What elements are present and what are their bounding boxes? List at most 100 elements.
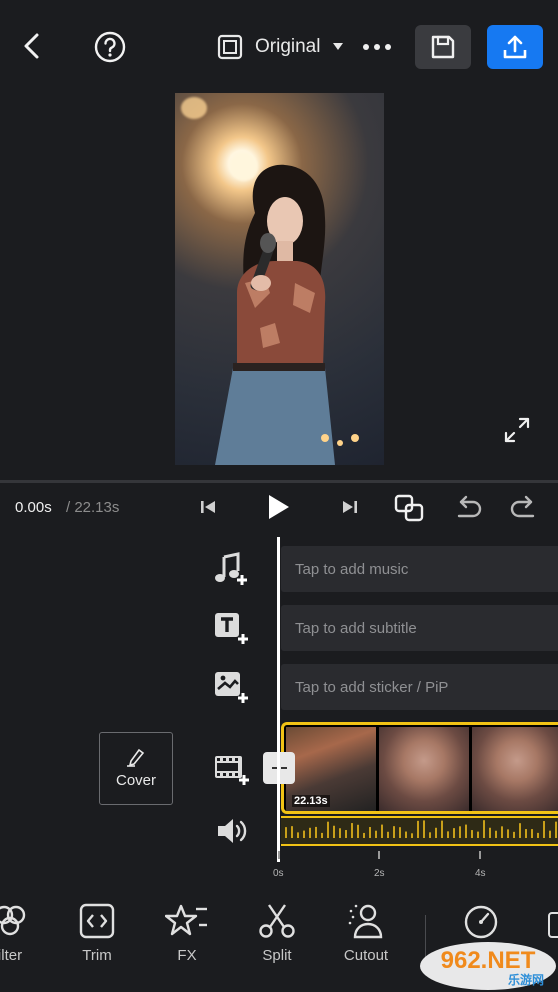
video-clip[interactable]: 22.13s [281, 722, 558, 814]
waveform-bar [339, 828, 341, 838]
aspect-ratio-selector[interactable]: Original [217, 34, 344, 60]
duplicate-button[interactable] [392, 492, 426, 524]
clip-thumbnail [472, 727, 558, 811]
waveform-bar [387, 831, 389, 838]
waveform-bar [345, 830, 347, 838]
save-draft-button[interactable] [415, 25, 471, 69]
sticker-track-placeholder: Tap to add sticker / PiP [295, 678, 449, 696]
expand-icon [504, 417, 530, 443]
waveform-bar [555, 821, 557, 838]
audio-waveform-track[interactable] [281, 816, 558, 846]
waveform-bar [405, 831, 407, 838]
upload-icon [503, 35, 527, 59]
redo-button[interactable] [508, 493, 540, 523]
waveform-bar [351, 823, 353, 838]
speaker-icon [218, 819, 247, 843]
waveform-bar [375, 830, 377, 838]
skip-previous-icon [201, 501, 215, 513]
waveform-bar [465, 824, 467, 838]
waveform-bar [399, 827, 401, 838]
tool-label: Split [262, 947, 292, 964]
waveform-bar [519, 823, 521, 838]
skip-previous-button[interactable] [196, 495, 220, 519]
tool-trim[interactable]: Trim [62, 903, 132, 964]
tool-next-partial[interactable] [548, 912, 558, 938]
help-button[interactable] [92, 29, 128, 65]
waveform-bar [297, 832, 299, 838]
aspect-frame-icon [217, 34, 243, 60]
speed-gauge-icon [464, 905, 498, 939]
ruler-label: 2s [374, 868, 385, 879]
text-add-icon [215, 613, 248, 644]
tool-label: Trim [82, 947, 112, 964]
mute-audio-button[interactable] [214, 814, 250, 848]
subtitle-track[interactable]: Tap to add subtitle [281, 605, 558, 651]
fullscreen-button[interactable] [501, 414, 533, 446]
sticker-track[interactable]: Tap to add sticker / PiP [281, 664, 558, 710]
waveform-bar [537, 832, 539, 838]
ruler-tick [479, 851, 481, 859]
waveform-bar [411, 833, 413, 838]
play-icon [269, 495, 289, 519]
waveform-bar [441, 820, 443, 838]
skip-next-button[interactable] [338, 495, 362, 519]
more-button[interactable] [360, 30, 394, 64]
cover-button[interactable]: Cover [99, 732, 173, 805]
add-subtitle-button[interactable] [212, 610, 252, 648]
music-track-placeholder: Tap to add music [295, 560, 409, 578]
waveform-bar [369, 827, 371, 838]
waveform-bar [447, 831, 449, 838]
tool-split[interactable]: Split [242, 903, 312, 964]
question-circle-icon [94, 31, 126, 63]
fx-star-icon [165, 904, 207, 936]
waveform-bar [381, 824, 383, 838]
watermark-subtext: 乐游网 [508, 972, 544, 987]
clip-thumbnail: 22.13s [286, 727, 376, 811]
waveform-bar [429, 832, 431, 838]
waveform-bar [513, 831, 515, 838]
undo-button[interactable] [452, 493, 484, 523]
subtitle-track-placeholder: Tap to add subtitle [295, 619, 417, 637]
chevron-left-icon [24, 33, 39, 59]
skip-next-icon [343, 501, 357, 513]
waveform-bar [495, 830, 497, 838]
watermark-logo: 962.NET 乐游网 [418, 938, 558, 992]
cover-label: Cover [115, 772, 156, 789]
tool-label: FX [177, 947, 197, 964]
video-preview[interactable] [175, 93, 384, 465]
add-music-button[interactable] [212, 551, 252, 589]
ruler-label: 4s [475, 868, 486, 879]
current-time: 0.00s [15, 499, 52, 516]
waveform-bar [315, 826, 317, 838]
back-button[interactable] [14, 28, 50, 64]
waveform-bar [333, 825, 335, 838]
waveform-bar [363, 832, 365, 838]
waveform-bar [543, 821, 545, 838]
duplicate-icon [394, 494, 424, 522]
waveform-bar [327, 821, 329, 838]
add-sticker-button[interactable] [212, 669, 252, 707]
waveform-bar [483, 820, 485, 838]
waveform-bar [489, 827, 491, 838]
pencil-icon [127, 748, 145, 767]
tool-label: ilter [0, 947, 23, 964]
tool-fx[interactable]: FX [152, 903, 222, 964]
undo-icon [457, 495, 482, 518]
play-button[interactable] [262, 491, 294, 523]
cutout-person-icon [348, 904, 383, 939]
aspect-ratio-label: Original [255, 36, 321, 57]
ruler-label: 0s [273, 868, 284, 879]
tool-filter[interactable]: ilter [0, 903, 45, 964]
waveform-bar [531, 829, 533, 838]
waveform-bar [453, 828, 455, 838]
top-bar: Original [0, 0, 558, 92]
tool-cutout[interactable]: Cutout [331, 903, 401, 964]
waveform-bar [393, 826, 395, 838]
music-track[interactable]: Tap to add music [281, 546, 558, 592]
playhead[interactable] [277, 537, 280, 862]
add-video-button[interactable] [212, 751, 252, 789]
ruler-tick [278, 851, 280, 859]
export-button[interactable] [487, 25, 543, 69]
clip-thumbnail [379, 727, 469, 811]
audio-waveform [285, 820, 557, 838]
